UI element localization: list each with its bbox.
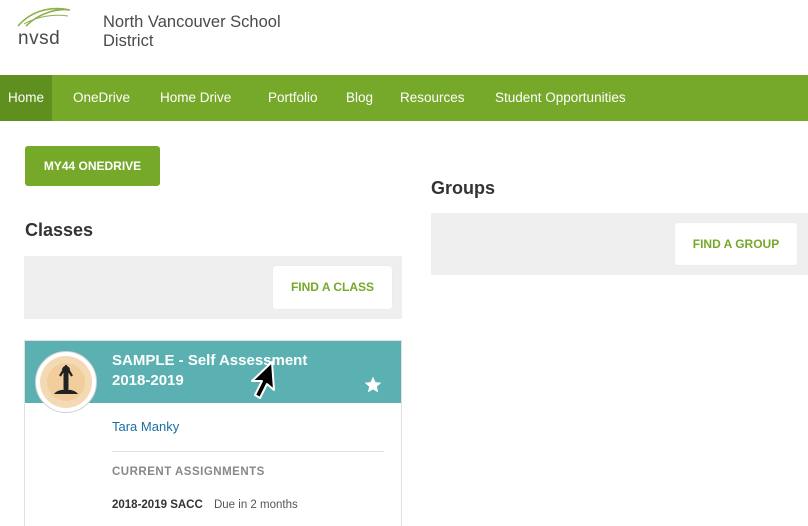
mouse-cursor-icon [251,361,275,399]
logo-text: nvsd [18,28,61,49]
classes-heading: Classes [25,220,94,240]
groups-panel: FIND A GROUP [431,213,808,275]
my44-onedrive-button[interactable]: MY44 ONEDRIVE [25,146,160,186]
card-divider [112,451,384,452]
star-icon [364,376,382,393]
teacher-link[interactable]: Tara Manky [112,419,179,434]
assignment-row[interactable]: 2018-2019 SACC Due in 2 months [112,499,298,511]
find-a-group-button[interactable]: FIND A GROUP [675,223,797,265]
main-nav: Home OneDrive Home Drive Portfolio Blog … [0,75,808,121]
district-name-line1: North Vancouver School [103,13,281,31]
nav-onedrive[interactable]: OneDrive [73,75,130,121]
favorite-star-button[interactable] [363,375,383,395]
district-name-line2: District [103,32,154,50]
nav-resources[interactable]: Resources [400,75,465,121]
site-header: nvsd North Vancouver School District [0,0,808,72]
nvsd-logo[interactable]: nvsd [10,2,90,52]
nav-blog[interactable]: Blog [346,75,373,121]
current-assignments-label: CURRENT ASSIGNMENTS [112,466,265,478]
assignment-name[interactable]: 2018-2019 SACC [112,499,203,511]
find-a-class-button[interactable]: FIND A CLASS [273,266,392,309]
nav-home-drive[interactable]: Home Drive [160,75,231,121]
groups-heading: Groups [431,178,496,198]
nav-portfolio[interactable]: Portfolio [268,75,318,121]
nav-student-opportunities[interactable]: Student Opportunities [495,75,626,121]
class-avatar [35,351,97,413]
class-card[interactable]: SAMPLE - Self Assessment 2018-2019 Tara … [24,340,402,526]
classes-panel: FIND A CLASS [24,256,402,319]
nav-home[interactable]: Home [0,75,53,121]
assignment-due: Due in 2 months [213,499,298,511]
district-name: North Vancouver School District [103,13,281,51]
meditation-icon [40,356,92,408]
